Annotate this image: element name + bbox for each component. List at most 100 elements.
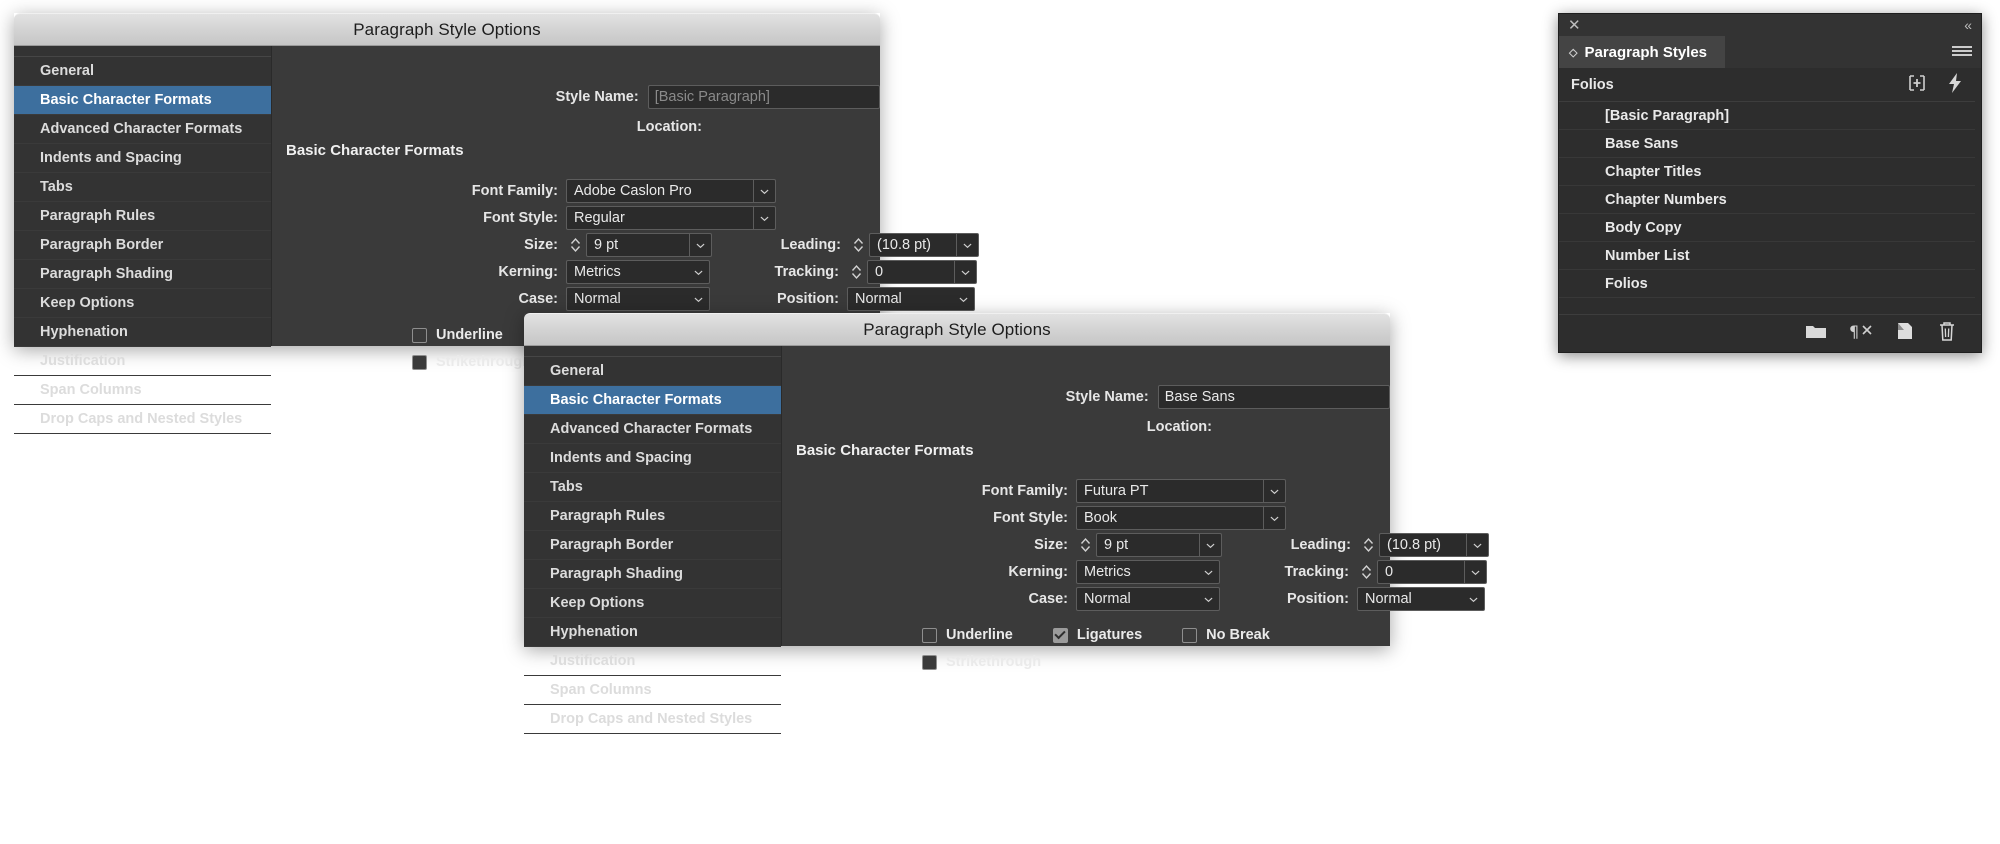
size-input[interactable]: 9 pt bbox=[586, 233, 712, 257]
category-item-basic-character-formats[interactable]: Basic Character Formats bbox=[14, 86, 271, 115]
position-select[interactable]: Normal bbox=[1357, 587, 1485, 611]
list-item[interactable]: Chapter Numbers bbox=[1559, 186, 1981, 214]
leading-stepper[interactable] bbox=[849, 233, 867, 257]
size-stepper[interactable] bbox=[1076, 533, 1094, 557]
position-select[interactable]: Normal bbox=[847, 287, 975, 311]
chevron-down-icon bbox=[1199, 534, 1221, 556]
case-value: Normal bbox=[1084, 591, 1131, 607]
category-item-span-columns[interactable]: Span Columns bbox=[14, 376, 271, 405]
dialog-titlebar[interactable]: Paragraph Style Options bbox=[524, 313, 1390, 346]
dialog-titlebar[interactable]: Paragraph Style Options bbox=[14, 13, 880, 46]
category-item-paragraph-border[interactable]: Paragraph Border bbox=[524, 531, 781, 560]
category-item-hyphenation[interactable]: Hyphenation bbox=[524, 618, 781, 647]
case-select[interactable]: Normal bbox=[1076, 587, 1220, 611]
new-style-icon[interactable] bbox=[1895, 321, 1915, 346]
font-style-select[interactable]: Regular bbox=[566, 206, 776, 230]
new-style-group-folder-icon[interactable] bbox=[1805, 322, 1827, 345]
underline-checkbox[interactable] bbox=[922, 627, 937, 643]
leading-input[interactable]: (10.8 pt) bbox=[1379, 533, 1489, 557]
quick-apply-lightning-icon[interactable] bbox=[1947, 72, 1963, 98]
strikethrough-checkbox[interactable] bbox=[922, 654, 937, 670]
font-family-select[interactable]: Futura PT bbox=[1076, 479, 1286, 503]
settings-pane: Style Name: [Basic Paragraph] Location: … bbox=[272, 46, 979, 370]
location-label: Location: bbox=[636, 119, 702, 135]
chevron-down-icon bbox=[687, 261, 709, 283]
category-item-advanced-character-formats[interactable]: Advanced Character Formats bbox=[14, 115, 271, 144]
category-item-general[interactable]: General bbox=[524, 357, 781, 386]
ligatures-checkbox[interactable] bbox=[1052, 627, 1068, 643]
close-icon[interactable]: ✕ bbox=[1568, 18, 1581, 33]
category-item-indents-and-spacing[interactable]: Indents and Spacing bbox=[524, 444, 781, 473]
category-item-keep-options[interactable]: Keep Options bbox=[524, 589, 781, 618]
underline-checkbox-row[interactable]: Underline bbox=[922, 627, 1013, 643]
strikethrough-checkbox[interactable] bbox=[412, 354, 427, 370]
category-item-span-columns[interactable]: Span Columns bbox=[524, 676, 781, 705]
tracking-input[interactable]: 0 bbox=[867, 260, 977, 284]
dialog-body: General Basic Character Formats Advanced… bbox=[14, 46, 979, 434]
category-item-paragraph-rules[interactable]: Paragraph Rules bbox=[14, 202, 271, 231]
category-item-drop-caps-and-nested-styles[interactable]: Drop Caps and Nested Styles bbox=[14, 405, 271, 434]
tab-paragraph-styles[interactable]: ◇ Paragraph Styles bbox=[1559, 36, 1726, 68]
ligatures-checkbox-row[interactable]: Ligatures bbox=[1052, 627, 1142, 643]
category-item-basic-character-formats[interactable]: Basic Character Formats bbox=[524, 386, 781, 415]
underline-checkbox[interactable] bbox=[412, 327, 427, 343]
category-item-tabs[interactable]: Tabs bbox=[524, 473, 781, 502]
chevron-down-icon bbox=[1466, 534, 1488, 556]
category-item-drop-caps-and-nested-styles[interactable]: Drop Caps and Nested Styles bbox=[524, 705, 781, 734]
list-item[interactable]: Number List bbox=[1559, 242, 1981, 270]
font-family-label: Font Family: bbox=[471, 183, 558, 199]
position-value: Normal bbox=[855, 291, 902, 307]
tracking-stepper[interactable] bbox=[847, 260, 865, 284]
font-style-select[interactable]: Book bbox=[1076, 506, 1286, 530]
category-item-keep-options[interactable]: Keep Options bbox=[14, 289, 271, 318]
font-style-label: Font Style: bbox=[993, 510, 1068, 526]
case-select[interactable]: Normal bbox=[566, 287, 710, 311]
size-input[interactable]: 9 pt bbox=[1096, 533, 1222, 557]
leading-input[interactable]: (10.8 pt) bbox=[869, 233, 979, 257]
tracking-stepper[interactable] bbox=[1357, 560, 1375, 584]
list-item[interactable]: Chapter Titles bbox=[1559, 158, 1981, 186]
font-family-select[interactable]: Adobe Caslon Pro bbox=[566, 179, 776, 203]
size-stepper[interactable] bbox=[566, 233, 584, 257]
category-item-paragraph-border[interactable]: Paragraph Border bbox=[14, 231, 271, 260]
leading-stepper[interactable] bbox=[1359, 533, 1377, 557]
strikethrough-checkbox-row[interactable]: Strikethrough bbox=[412, 354, 531, 370]
clear-overrides-icon[interactable]: ¶ bbox=[1849, 321, 1873, 346]
new-style-group-icon[interactable] bbox=[1907, 73, 1927, 97]
kerning-select[interactable]: Metrics bbox=[1076, 560, 1220, 584]
dialog-title: Paragraph Style Options bbox=[863, 319, 1051, 339]
strikethrough-checkbox-row[interactable]: Strikethrough bbox=[922, 654, 1041, 670]
list-item[interactable]: Base Sans bbox=[1559, 130, 1981, 158]
leading-value: (10.8 pt) bbox=[1387, 537, 1441, 553]
no-break-checkbox[interactable] bbox=[1182, 627, 1198, 643]
category-item-justification[interactable]: Justification bbox=[524, 647, 781, 676]
category-item-indents-and-spacing[interactable]: Indents and Spacing bbox=[14, 144, 271, 173]
panel-scrollbar[interactable] bbox=[1975, 101, 1981, 314]
category-item-advanced-character-formats[interactable]: Advanced Character Formats bbox=[524, 415, 781, 444]
category-item-general[interactable]: General bbox=[14, 57, 271, 86]
panel-menu-icon[interactable] bbox=[1943, 36, 1981, 68]
style-name-label: Style Name: bbox=[555, 89, 639, 105]
list-item[interactable]: [Basic Paragraph] bbox=[1559, 102, 1981, 130]
double-chevron-left-icon[interactable]: « bbox=[1964, 18, 1972, 32]
category-item-tabs[interactable]: Tabs bbox=[14, 173, 271, 202]
category-item-hyphenation[interactable]: Hyphenation bbox=[14, 318, 271, 347]
no-break-checkbox-row[interactable]: No Break bbox=[1182, 627, 1270, 643]
style-name-value: Base Sans bbox=[1164, 389, 1235, 405]
category-item-paragraph-shading[interactable]: Paragraph Shading bbox=[524, 560, 781, 589]
paragraph-style-options-dialog-2: Paragraph Style Options General Basic Ch… bbox=[524, 313, 1489, 734]
category-item-paragraph-shading[interactable]: Paragraph Shading bbox=[14, 260, 271, 289]
delete-style-trash-icon[interactable] bbox=[1937, 320, 1957, 347]
kerning-select[interactable]: Metrics bbox=[566, 260, 710, 284]
list-item[interactable]: Folios bbox=[1559, 270, 1981, 298]
panel-top-bar: ✕ « bbox=[1559, 14, 1981, 36]
tracking-input[interactable]: 0 bbox=[1377, 560, 1487, 584]
category-list: General Basic Character Formats Advanced… bbox=[524, 346, 782, 734]
svg-text:¶: ¶ bbox=[1849, 322, 1859, 341]
list-item[interactable]: Body Copy bbox=[1559, 214, 1981, 242]
category-item-paragraph-rules[interactable]: Paragraph Rules bbox=[524, 502, 781, 531]
category-item-justification[interactable]: Justification bbox=[14, 347, 271, 376]
style-name-input[interactable]: [Basic Paragraph] bbox=[647, 85, 880, 109]
underline-checkbox-row[interactable]: Underline bbox=[412, 327, 503, 343]
style-name-input[interactable]: Base Sans bbox=[1157, 385, 1390, 409]
